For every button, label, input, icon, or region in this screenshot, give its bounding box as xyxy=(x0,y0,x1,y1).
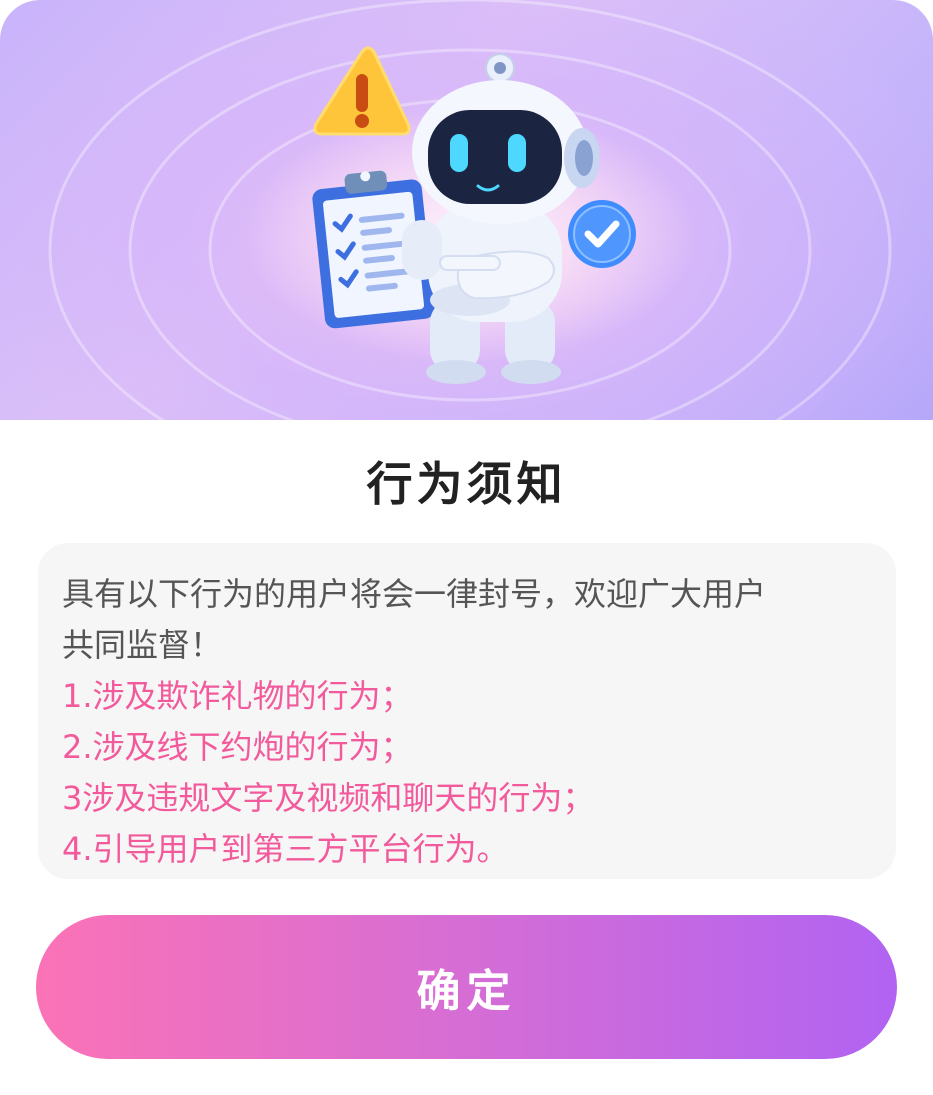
rule-item: 4.引导用户到第三方平台行为。 xyxy=(62,830,509,868)
banner-illustration xyxy=(0,0,933,420)
intro-text-line-1: 具有以下行为的用户将会一律封号，欢迎广大用户 xyxy=(62,575,767,613)
confirm-button[interactable]: 确定 xyxy=(36,915,897,1059)
rule-item: 2.涉及线下约炮的行为； xyxy=(62,728,413,766)
behavior-notice-dialog: 行为须知 具有以下行为的用户将会一律封号，欢迎广大用户 共同监督！ 1.涉及欺诈… xyxy=(0,0,933,1095)
rule-item: 1.涉及欺诈礼物的行为； xyxy=(62,677,413,715)
dialog-title: 行为须知 xyxy=(366,457,567,511)
rule-item: 3涉及违规文字及视频和聊天的行为； xyxy=(62,779,595,817)
robot-mascot xyxy=(402,53,600,384)
notice-content-box: 具有以下行为的用户将会一律封号，欢迎广大用户 共同监督！ 1.涉及欺诈礼物的行为… xyxy=(38,543,896,879)
warning-icon xyxy=(313,46,411,136)
check-badge-icon xyxy=(568,200,636,268)
intro-text-line-2: 共同监督！ xyxy=(62,626,223,664)
